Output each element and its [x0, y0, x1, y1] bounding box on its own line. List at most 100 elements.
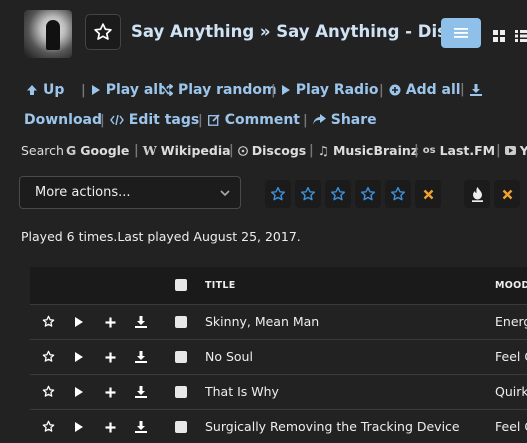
row-download-button[interactable]: [131, 312, 151, 332]
download-icon: [135, 348, 147, 367]
row-add-button[interactable]: [100, 312, 120, 332]
search-discogs-link[interactable]: | Discogs: [229, 143, 306, 158]
plus-icon: [105, 418, 116, 437]
column-title-header[interactable]: TITLE: [205, 280, 236, 291]
share-label: Share: [330, 112, 377, 128]
star-outline-icon: [360, 186, 376, 201]
select-all-checkbox[interactable]: [175, 279, 187, 291]
row-play-button[interactable]: [69, 347, 89, 367]
separator: |: [303, 112, 308, 128]
row-add-button[interactable]: [100, 347, 120, 367]
download-icon-link[interactable]: |: [460, 82, 482, 97]
more-actions-select[interactable]: More actions...: [19, 176, 241, 209]
arrow-up-icon: [27, 85, 37, 95]
menu-button[interactable]: [441, 18, 481, 48]
play-count-text: Played 6 times.Last played August 25, 20…: [21, 229, 301, 244]
row-play-button[interactable]: [69, 312, 89, 332]
star-outline-icon: [42, 313, 55, 332]
play-all-link[interactable]: | Play all: [81, 82, 163, 98]
track-title[interactable]: Skinny, Mean Man: [205, 314, 319, 329]
play-radio-link[interactable]: | Play Radio: [271, 82, 379, 98]
rating-star-1[interactable]: [265, 180, 291, 208]
row-add-button[interactable]: [100, 382, 120, 402]
disc-icon: [237, 145, 248, 156]
track-mood: Feel G: [495, 349, 527, 364]
row-favorite-button[interactable]: [38, 417, 58, 437]
separator: |: [198, 112, 203, 128]
play-random-link[interactable]: Play random: [160, 82, 277, 98]
plus-icon: [105, 383, 116, 402]
play-icon: [74, 418, 84, 437]
plus-icon: [105, 348, 116, 367]
rating-star-4[interactable]: [355, 180, 381, 208]
row-checkbox[interactable]: [175, 421, 187, 433]
rating-star-3[interactable]: [325, 180, 351, 208]
play-icon: [74, 383, 84, 402]
row-checkbox[interactable]: [175, 351, 187, 363]
clear-flag-button[interactable]: [494, 180, 520, 208]
track-mood: Energ: [495, 314, 527, 329]
table-row[interactable]: Surgically Removing the Tracking Device F…: [30, 409, 527, 443]
list-view-button[interactable]: [515, 27, 527, 46]
up-link[interactable]: Up: [26, 82, 64, 98]
track-mood: Feel G: [495, 419, 527, 434]
row-favorite-button[interactable]: [38, 312, 58, 332]
star-outline-icon: [300, 186, 316, 201]
play-all-label: Play all: [105, 82, 163, 98]
table-row[interactable]: No Soul Feel G: [30, 339, 527, 374]
rating-star-2[interactable]: [295, 180, 321, 208]
search-youtube-link[interactable]: | Y: [496, 143, 527, 158]
search-musicbrainz-link[interactable]: | ♫ MusicBrainz: [309, 143, 418, 158]
clear-rating-button[interactable]: [415, 180, 441, 208]
download-label: Download: [24, 112, 103, 128]
track-title[interactable]: No Soul: [205, 349, 253, 364]
row-add-button[interactable]: [100, 417, 120, 437]
grid-view-button[interactable]: [493, 27, 505, 46]
separator: |: [229, 143, 234, 158]
separator: |: [460, 82, 465, 97]
favorite-button[interactable]: [85, 14, 121, 50]
album-cover[interactable]: [24, 10, 72, 58]
search-lastfm-link[interactable]: | os Last.FM: [414, 143, 495, 158]
table-row[interactable]: Skinny, Mean Man Energ: [30, 304, 527, 339]
play-icon: [74, 348, 84, 367]
lastfm-icon: os: [422, 145, 436, 156]
rating-star-5[interactable]: [385, 180, 411, 208]
search-google-link[interactable]: G Google: [66, 143, 129, 158]
flame-icon: [471, 186, 483, 202]
row-favorite-button[interactable]: [38, 347, 58, 367]
flag-button[interactable]: [464, 180, 490, 208]
row-download-button[interactable]: [131, 382, 151, 402]
track-title[interactable]: That Is Why: [205, 384, 279, 399]
row-play-button[interactable]: [69, 417, 89, 437]
column-mood-header[interactable]: MOOD: [495, 280, 527, 291]
add-all-link[interactable]: | Add all: [379, 82, 461, 98]
table-header: TITLE MOOD: [30, 267, 527, 304]
comment-link[interactable]: | Comment: [198, 112, 300, 128]
download-icon: [135, 313, 147, 332]
download-icon: [135, 383, 147, 402]
wikipedia-label: Wikipedia: [160, 143, 231, 158]
edit-tags-link[interactable]: | Edit tags: [100, 112, 199, 128]
google-label: Google: [80, 143, 130, 158]
share-link[interactable]: | Share: [303, 112, 377, 128]
play-icon: [74, 313, 84, 332]
row-checkbox[interactable]: [175, 386, 187, 398]
table-row[interactable]: That Is Why Quirk: [30, 374, 527, 409]
share-icon: [312, 114, 326, 125]
grid-icon: [493, 30, 505, 42]
row-download-button[interactable]: [131, 417, 151, 437]
row-play-button[interactable]: [69, 382, 89, 402]
download-link[interactable]: Download: [24, 112, 102, 128]
separator: |: [100, 112, 105, 128]
page-title: Say Anything » Say Anything - Disk1: [131, 22, 470, 41]
search-label: Search: [21, 143, 64, 158]
row-download-button[interactable]: [131, 347, 151, 367]
track-title[interactable]: Surgically Removing the Tracking Device: [205, 419, 460, 434]
hamburger-icon: [454, 28, 468, 38]
play-icon: [91, 85, 100, 95]
search-wikipedia-link[interactable]: | W Wikipedia: [134, 143, 231, 158]
row-checkbox[interactable]: [175, 316, 187, 328]
row-favorite-button[interactable]: [38, 382, 58, 402]
musicbrainz-label: MusicBrainz: [332, 143, 419, 158]
